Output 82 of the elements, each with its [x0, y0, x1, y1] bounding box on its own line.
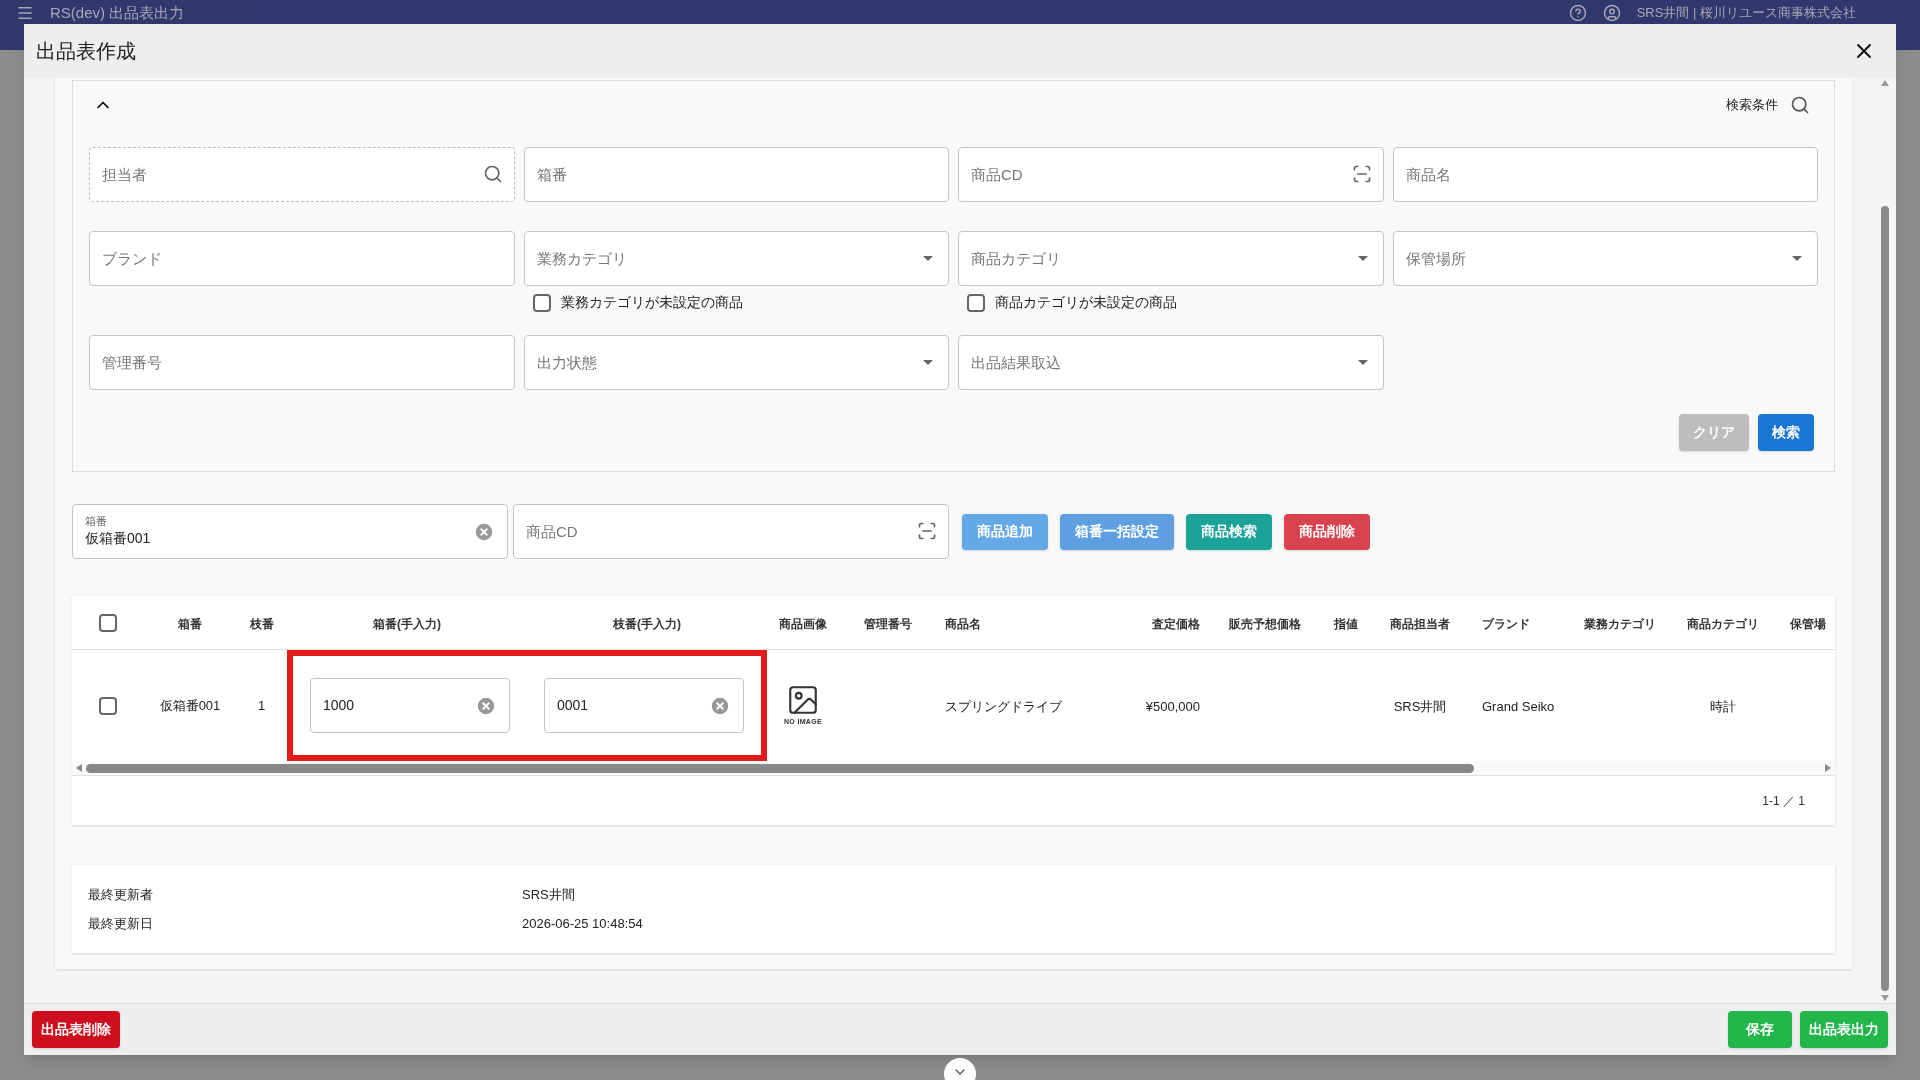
meta-label: 最終更新者 [88, 886, 154, 904]
column-header: 指値 [1334, 616, 1358, 631]
search-conditions-label: 検索条件 [1726, 96, 1778, 115]
scroll-left-icon[interactable] [76, 764, 82, 772]
meta-value: SRS井間 [522, 886, 575, 904]
caret-icon [1357, 360, 1368, 366]
field-value: 仮箱番001 [85, 528, 152, 548]
select-field[interactable]: 業務カテゴリ [523, 231, 949, 286]
select-field[interactable]: 保管場所 [1392, 231, 1818, 286]
caret-icon [923, 360, 933, 366]
checkbox[interactable] [967, 293, 985, 312]
user-name: SRS井間 | 桜川リユース商事株式会社 [1636, 4, 1856, 22]
input-field[interactable]: 担当者 [89, 147, 515, 202]
pagination-info: 1-1 ／ 1 [1762, 792, 1805, 810]
scroll-up-icon[interactable] [1881, 80, 1889, 86]
checkbox[interactable] [99, 613, 117, 632]
input-field[interactable]: 商品CD [958, 147, 1384, 202]
checkbox-label: 業務カテゴリが未設定の商品 [560, 293, 743, 312]
column-header: 商品名 [945, 616, 981, 631]
clear-icon[interactable] [475, 694, 497, 717]
column-header: 査定価格 [1152, 616, 1200, 631]
checkbox[interactable] [99, 696, 117, 715]
help-icon[interactable] [1568, 4, 1587, 22]
column-header: 枝番 [249, 616, 274, 631]
column-header: 箱番(手入力) [373, 616, 441, 631]
input-field[interactable]: 0001 [544, 678, 744, 733]
scan-icon [1351, 164, 1372, 184]
app-title: RS(dev) 出品表出力 [50, 4, 185, 22]
input-field[interactable]: 商品名 [1392, 147, 1818, 202]
user-icon[interactable] [1602, 4, 1621, 22]
scan-icon [917, 521, 937, 541]
column-header: 箱番 [178, 616, 202, 631]
caret-icon [1357, 256, 1368, 262]
column-header: ブランド [1482, 616, 1530, 631]
meta-label: 最終更新日 [88, 914, 154, 933]
column-header: 枝番(手入力) [613, 616, 681, 631]
column-header: 販売予想価格 [1229, 616, 1301, 631]
action-button[interactable]: 商品検索 [1186, 513, 1272, 550]
checkbox-label: 商品カテゴリが未設定の商品 [995, 293, 1177, 312]
column-header: 保管場 [1790, 616, 1826, 631]
input-field[interactable]: 1000 [310, 678, 510, 733]
table-cell-text: 仮箱番001 [158, 696, 222, 715]
dialog-title: 出品表作成 [36, 39, 137, 64]
vertical-scrollbar[interactable] [1878, 78, 1892, 1003]
select-field[interactable]: 出品結果取込 [958, 335, 1384, 390]
product-code-field[interactable]: 商品CD [513, 504, 949, 559]
column-header: 商品担当者 [1390, 616, 1450, 631]
search-icon[interactable] [1790, 95, 1810, 115]
table-cell-text: 1 [256, 696, 267, 715]
table-cell: Grand Seiko [1482, 698, 1555, 714]
delete-list-button[interactable]: 出品表削除 [32, 1011, 120, 1048]
search-icon [482, 164, 503, 184]
action-button[interactable]: 商品追加 [962, 513, 1048, 550]
scroll-right-icon[interactable] [1825, 764, 1831, 772]
scroll-down-icon[interactable] [1881, 995, 1889, 1001]
search-button[interactable]: 検索 [1758, 414, 1814, 451]
table-cell: 時計 [1710, 698, 1736, 714]
input-field[interactable]: 管理番号 [89, 335, 515, 390]
menu-icon[interactable] [16, 4, 34, 22]
clear-icon[interactable] [473, 520, 495, 543]
action-button[interactable]: 商品削除 [1284, 513, 1370, 550]
checkbox[interactable] [532, 293, 551, 312]
export-button[interactable]: 出品表出力 [1800, 1011, 1888, 1048]
caret-icon [923, 256, 933, 262]
meta-value: 2026-06-25 10:48:54 [522, 914, 643, 933]
column-header: 商品画像 [779, 616, 827, 631]
column-header: 管理番号 [864, 616, 912, 631]
action-button[interactable]: 箱番一括設定 [1060, 513, 1174, 550]
select-field[interactable]: 商品カテゴリ [958, 231, 1384, 286]
table-cell: スプリングドライブ [945, 698, 1062, 714]
save-button[interactable]: 保存 [1728, 1011, 1792, 1048]
input-field[interactable]: 箱番 [523, 147, 949, 202]
column-header: 業務カテゴリ [1584, 616, 1656, 631]
caret-icon [1792, 256, 1802, 262]
field-label: 箱番 [85, 514, 108, 528]
select-field[interactable]: 出力状態 [523, 335, 949, 390]
box-number-field[interactable]: 箱番 仮箱番001 [72, 504, 508, 559]
input-field[interactable]: ブランド [89, 231, 515, 286]
clear-icon[interactable] [709, 694, 731, 717]
table-cell: SRS井間 [1393, 698, 1447, 714]
column-header: 商品カテゴリ [1687, 616, 1759, 631]
table-cell: ¥500,000 [1145, 698, 1200, 714]
